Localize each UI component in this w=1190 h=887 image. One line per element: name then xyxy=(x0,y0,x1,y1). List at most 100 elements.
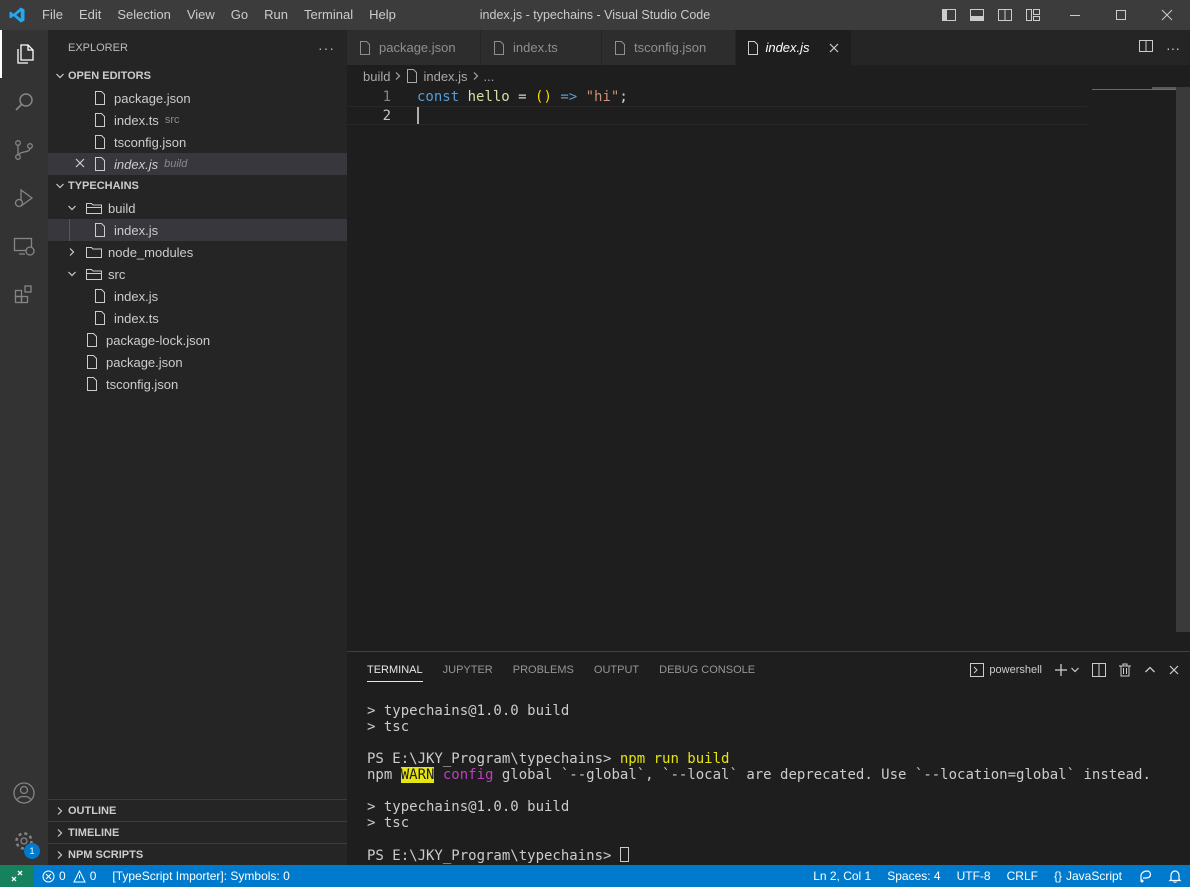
timeline-section[interactable]: TIMELINE xyxy=(48,821,347,843)
tab-index-ts[interactable]: index.ts xyxy=(481,30,602,65)
open-editor-item[interactable]: tsconfig.json xyxy=(48,131,347,153)
notifications-bell-icon[interactable] xyxy=(1160,865,1190,887)
tab-jupyter[interactable]: JUPYTER xyxy=(433,652,503,688)
customize-layout-icon[interactable] xyxy=(1022,4,1044,26)
code-editor[interactable]: 1 const hello = () => "hi"; 2 xyxy=(347,87,1190,651)
terminal-icon xyxy=(970,663,985,677)
tab-debug-console[interactable]: DEBUG CONSOLE xyxy=(649,652,765,688)
tree-folder-build[interactable]: build xyxy=(48,197,347,219)
token-parens: () xyxy=(535,88,552,105)
file-icon xyxy=(92,222,108,238)
tree-label: index.js xyxy=(114,222,159,238)
cursor-position[interactable]: Ln 2, Col 1 xyxy=(805,865,879,887)
tab-label: index.ts xyxy=(513,40,558,55)
split-terminal-icon[interactable] xyxy=(1092,663,1106,677)
token-operator: = xyxy=(509,88,536,105)
problems-status[interactable]: 0 0 xyxy=(34,865,104,887)
tab-package-json[interactable]: package.json xyxy=(347,30,481,65)
tab-output[interactable]: OUTPUT xyxy=(584,652,649,688)
file-icon xyxy=(92,112,108,128)
npm-scripts-section[interactable]: NPM SCRIPTS xyxy=(48,843,347,865)
explorer-icon[interactable] xyxy=(0,30,48,78)
tab-index-js[interactable]: index.js xyxy=(736,30,852,65)
close-panel-icon[interactable] xyxy=(1168,664,1180,676)
tree-label: package-lock.json xyxy=(106,332,211,348)
toggle-primary-sidebar-icon[interactable] xyxy=(938,4,960,26)
terminal-output[interactable]: > typechains@1.0.0 build > tsc PS E:\JKY… xyxy=(367,703,1151,864)
open-editors-section[interactable]: OPEN EDITORS xyxy=(48,65,347,87)
terminal-prompt: PS E:\JKY_Program\typechains> xyxy=(367,751,620,767)
menu-go[interactable]: Go xyxy=(223,0,256,30)
menu-file[interactable]: File xyxy=(34,0,71,30)
menu-selection[interactable]: Selection xyxy=(109,0,178,30)
encoding[interactable]: UTF-8 xyxy=(949,865,999,887)
tree-file-index-js[interactable]: index.js xyxy=(48,219,347,241)
terminal-shell-select[interactable]: powershell xyxy=(970,663,1042,677)
toggle-secondary-sidebar-icon[interactable] xyxy=(994,4,1016,26)
activity-bar: 1 xyxy=(0,30,48,865)
more-actions-icon[interactable]: ··· xyxy=(318,40,335,56)
open-editor-item-active[interactable]: index.js build xyxy=(48,153,347,175)
run-debug-icon[interactable] xyxy=(0,174,48,222)
tab-problems[interactable]: PROBLEMS xyxy=(503,652,584,688)
tree-file-src-index-js[interactable]: index.js xyxy=(48,285,347,307)
close-editor-icon[interactable] xyxy=(74,157,86,172)
indentation[interactable]: Spaces: 4 xyxy=(879,865,948,887)
tree-file-package-lock[interactable]: package-lock.json xyxy=(48,329,347,351)
breadcrumb-folder[interactable]: build xyxy=(363,69,390,84)
add-terminal-icon[interactable] xyxy=(1054,663,1080,677)
open-editor-item[interactable]: package.json xyxy=(48,87,347,109)
more-actions-icon[interactable]: ··· xyxy=(1166,40,1180,56)
open-editor-desc: src xyxy=(164,114,180,126)
typescript-importer-status[interactable]: [TypeScript Importer]: Symbols: 0 xyxy=(104,865,297,887)
tree-folder-node-modules[interactable]: node_modules xyxy=(48,241,347,263)
tab-terminal[interactable]: TERMINAL xyxy=(357,652,433,688)
outline-section[interactable]: OUTLINE xyxy=(48,799,347,821)
remote-indicator-icon[interactable] xyxy=(0,865,34,887)
workspace-section[interactable]: TYPECHAINS xyxy=(48,175,347,197)
tree-file-package-json[interactable]: package.json xyxy=(48,351,347,373)
minimize-icon[interactable] xyxy=(1052,0,1098,30)
feedback-icon[interactable] xyxy=(1130,865,1160,887)
tab-tsconfig-json[interactable]: tsconfig.json xyxy=(602,30,736,65)
menu-edit[interactable]: Edit xyxy=(71,0,109,30)
accounts-icon[interactable] xyxy=(0,769,48,817)
end-of-line[interactable]: CRLF xyxy=(999,865,1046,887)
editor-scrollbar[interactable] xyxy=(1176,87,1190,632)
file-icon xyxy=(612,40,628,56)
breadcrumb-file[interactable]: index.js xyxy=(423,69,467,84)
source-control-icon[interactable] xyxy=(0,126,48,174)
maximize-panel-chevron-up-icon[interactable] xyxy=(1144,664,1156,676)
remote-explorer-icon[interactable] xyxy=(0,222,48,270)
minimap-slider[interactable] xyxy=(1092,89,1176,90)
extensions-icon[interactable] xyxy=(0,270,48,318)
tree-label: index.ts xyxy=(114,310,159,326)
manage-gear-icon[interactable]: 1 xyxy=(0,817,48,865)
maximize-icon[interactable] xyxy=(1098,0,1144,30)
file-icon xyxy=(92,134,108,150)
code-line: 1 const hello = () => "hi"; xyxy=(347,87,1087,106)
terminal-warn-config: config xyxy=(442,767,494,783)
tree-file-src-index-ts[interactable]: index.ts xyxy=(48,307,347,329)
language-mode[interactable]: {} JavaScript xyxy=(1046,865,1130,887)
open-editor-item[interactable]: index.ts src xyxy=(48,109,347,131)
bottom-panel: TERMINAL JUPYTER PROBLEMS OUTPUT DEBUG C… xyxy=(347,651,1190,865)
tree-folder-src[interactable]: src xyxy=(48,263,347,285)
close-tab-icon[interactable] xyxy=(828,42,841,54)
token-semicolon: ; xyxy=(619,88,628,105)
split-editor-icon[interactable] xyxy=(1138,38,1154,57)
toggle-panel-icon[interactable] xyxy=(966,4,988,26)
menu-terminal[interactable]: Terminal xyxy=(296,0,361,30)
menu-view[interactable]: View xyxy=(179,0,223,30)
breadcrumb-symbol[interactable]: ... xyxy=(484,69,495,84)
file-icon xyxy=(92,90,108,106)
menu-run[interactable]: Run xyxy=(256,0,296,30)
search-icon[interactable] xyxy=(0,78,48,126)
menu-help[interactable]: Help xyxy=(361,0,404,30)
close-window-icon[interactable] xyxy=(1144,0,1190,30)
kill-terminal-trash-icon[interactable] xyxy=(1118,663,1132,677)
tree-file-tsconfig[interactable]: tsconfig.json xyxy=(48,373,347,395)
code-line-current: 2 xyxy=(347,106,1087,125)
braces-icon: {} xyxy=(1053,869,1062,883)
chevron-right-icon xyxy=(394,69,402,84)
